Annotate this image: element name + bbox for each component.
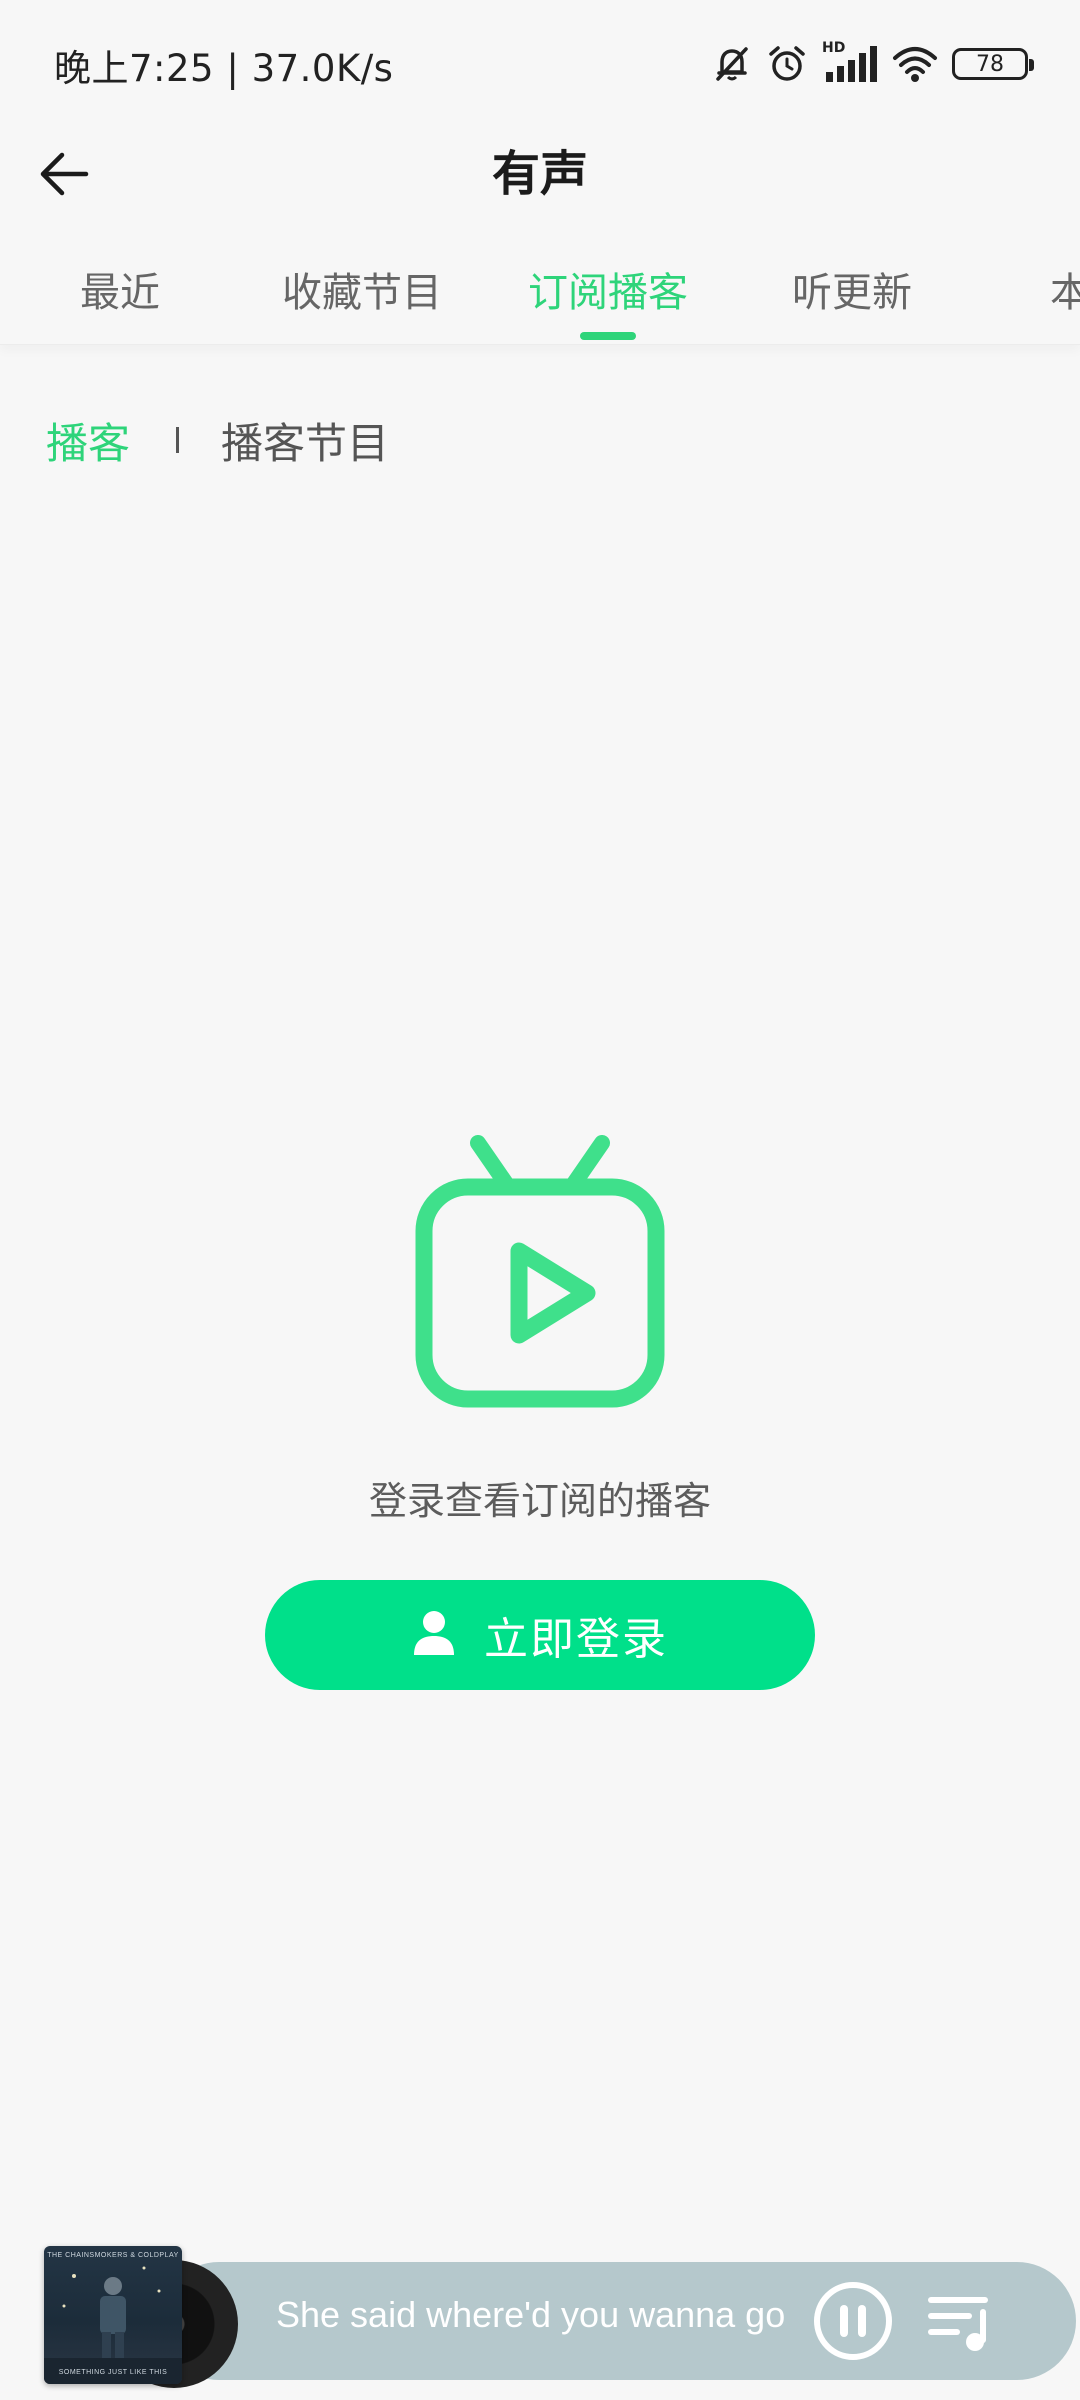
pause-icon: [814, 2282, 892, 2360]
album-cover-title: SOMETHING JUST LIKE THIS: [58, 2369, 168, 2376]
alarm-icon: [766, 43, 808, 85]
login-button-label: 立即登录: [484, 1614, 668, 1665]
tab-updates[interactable]: 听更新: [792, 260, 912, 318]
page-title: 有声: [491, 146, 588, 202]
header: 有声: [0, 120, 1080, 230]
tab-bar: 最近 收藏节目 订阅播客 听更新 本: [0, 240, 1080, 345]
pause-button[interactable]: [810, 2278, 896, 2364]
subtab-podcasts[interactable]: 播客: [46, 410, 130, 471]
status-time: 晚上7:25 | 37.0K/s: [54, 47, 394, 90]
user-icon: [412, 1609, 456, 1661]
tab-subscribed-podcasts[interactable]: 订阅播客: [528, 260, 688, 318]
status-icons: HD 78: [712, 40, 1034, 88]
tab-favorite-programs[interactable]: 收藏节目: [282, 260, 442, 318]
screen: 晚上7:25 | 37.0K/s HD 78 有声 最近 收藏节目 订阅播客 听…: [0, 0, 1080, 2400]
tab-local[interactable]: 本: [1050, 260, 1080, 318]
subtab-podcast-episodes[interactable]: 播客节目: [221, 410, 389, 471]
subtab-divider: [176, 427, 180, 453]
status-bar: 晚上7:25 | 37.0K/s HD 78: [0, 0, 1080, 120]
album-cover[interactable]: THE CHAINSMOKERS & COLDPLAY SOMETHING JU…: [44, 2246, 182, 2384]
now-playing-lyric: She said where'd you wanna go: [276, 2294, 786, 2335]
login-button[interactable]: 立即登录: [265, 1580, 815, 1690]
tab-recent[interactable]: 最近: [80, 260, 160, 318]
playlist-icon: [928, 2297, 988, 2351]
subtab-bar: 播客 播客节目: [46, 410, 389, 470]
empty-state-message: 登录查看订阅的播客: [368, 1479, 711, 1523]
mute-bell-icon: [712, 44, 752, 84]
tab-active-indicator: [580, 332, 636, 340]
tv-play-icon: [410, 1135, 670, 1419]
album-art-figure: [44, 2266, 182, 2384]
wifi-icon: [892, 44, 938, 84]
playlist-button[interactable]: [925, 2284, 999, 2358]
battery-icon: 78: [952, 48, 1034, 80]
battery-level: 78: [976, 51, 1004, 77]
mini-player[interactable]: THE CHAINSMOKERS & COLDPLAY SOMETHING JU…: [40, 2246, 1076, 2396]
signal-icon: HD: [822, 40, 878, 84]
